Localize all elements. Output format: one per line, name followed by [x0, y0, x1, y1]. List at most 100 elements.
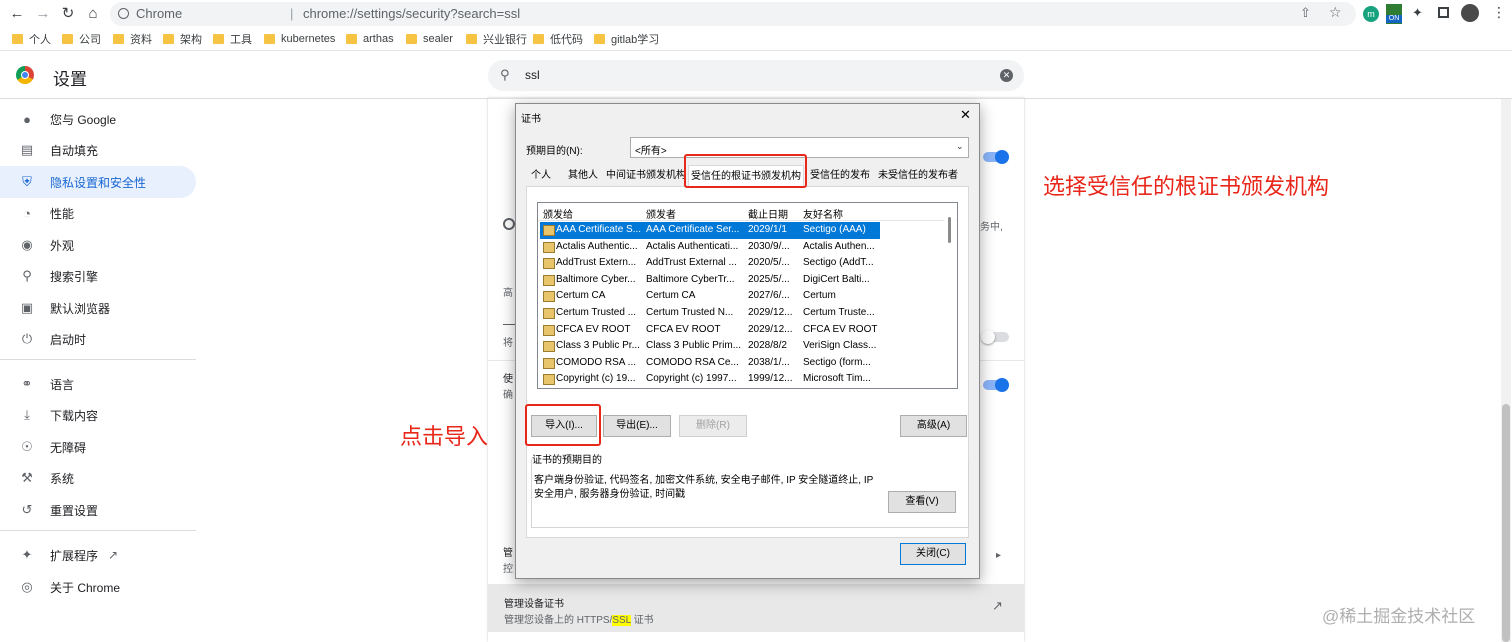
bookmark-folder[interactable]: 公司	[62, 31, 101, 47]
advanced-button[interactable]: 高级(A)	[900, 415, 967, 437]
sidebar-item-on-startup[interactable]: ⏻ 启动时	[0, 323, 196, 355]
reload-icon[interactable]: ↻	[59, 5, 77, 23]
menu-kebab-icon[interactable]: ⋮	[1492, 4, 1506, 21]
open-external-icon: ↗	[108, 548, 119, 562]
cell-expiration: 2020/5/...	[748, 257, 790, 269]
extension-on-icon[interactable]: ON	[1386, 4, 1402, 24]
sidebar-item-accessibility[interactable]: ☉ 无障碍	[0, 431, 196, 463]
certificate-icon	[543, 374, 555, 386]
card-fragment: 使	[503, 374, 513, 385]
bookmark-folder[interactable]: 个人	[12, 31, 51, 47]
cell-friendly-name: CFCA EV ROOT	[803, 323, 878, 335]
bookmark-folder[interactable]: arthas	[346, 31, 394, 47]
table-row[interactable]: Baltimore Cyber... Baltimore CyberTr... …	[540, 272, 880, 289]
close-button[interactable]: 关闭(C)	[900, 543, 966, 565]
forward-icon[interactable]: →	[34, 5, 52, 23]
scrollbar-thumb[interactable]	[1502, 404, 1510, 642]
sidebar-item-label: 系统	[50, 471, 75, 486]
search-icon: ⚲	[22, 268, 32, 283]
sidebar-item-downloads[interactable]: ⤓ 下载内容	[0, 399, 196, 431]
clear-search-icon[interactable]: ✕	[1000, 69, 1013, 82]
column-header[interactable]: 颁发给	[543, 206, 573, 221]
share-icon[interactable]: ⇧	[1300, 5, 1311, 21]
table-row[interactable]: Certum CA Certum CA 2027/6/... Certum	[540, 288, 880, 305]
sidebar-item-label: 外观	[50, 238, 75, 253]
bookmark-folder[interactable]: 兴业银行	[466, 31, 527, 47]
sidebar-item-label: 关于 Chrome	[50, 580, 121, 595]
tab-intermediate-ca[interactable]: 中间证书颁发机构	[606, 167, 686, 185]
settings-search-box[interactable]: ⚲ ssl ✕	[488, 60, 1024, 91]
tab-other-people[interactable]: 其他人	[566, 167, 600, 185]
sidebar-item-appearance[interactable]: ◉ 外观	[0, 229, 196, 261]
cell-expiration: 1999/12...	[748, 373, 793, 385]
chevron-down-icon: ⌄	[956, 141, 964, 151]
extensions-puzzle-icon[interactable]: ✦	[1412, 5, 1423, 21]
side-panel-icon[interactable]	[1438, 7, 1449, 18]
chevron-right-icon[interactable]: ▸	[996, 550, 1001, 561]
bookmark-folder[interactable]: kubernetes	[264, 31, 335, 47]
cell-issued-to: Certum Trusted ...	[556, 307, 637, 318]
column-header[interactable]: 友好名称	[803, 206, 843, 221]
sidebar-divider	[0, 530, 196, 531]
column-header[interactable]: 颁发者	[646, 206, 676, 221]
sidebar-item-label: 搜索引擎	[50, 269, 99, 284]
list-scrollbar-thumb[interactable]	[948, 217, 951, 243]
sidebar-item-search-engine[interactable]: ⚲ 搜索引擎	[0, 260, 196, 292]
page-scrollbar[interactable]	[1501, 99, 1511, 642]
sidebar-item-reset[interactable]: ↺ 重置设置	[0, 494, 196, 526]
certificate-icon	[543, 308, 555, 319]
search-input-value[interactable]: ssl	[525, 68, 540, 82]
certificate-icon	[543, 341, 555, 353]
folder-icon	[466, 34, 477, 44]
bookmark-folder[interactable]: 资料	[113, 31, 152, 47]
table-row[interactable]: Copyright (c) 19... Copyright (c) 1997..…	[540, 371, 880, 388]
sidebar-item-default-browser[interactable]: ▣ 默认浏览器	[0, 292, 196, 324]
sidebar-item-extensions[interactable]: ✦ 扩展程序 ↗	[0, 539, 196, 571]
table-row[interactable]: CFCA EV ROOT CFCA EV ROOT 2029/12... CFC…	[540, 322, 880, 339]
bookmark-folder[interactable]: sealer	[406, 31, 453, 47]
bookmark-folder[interactable]: 低代码	[533, 31, 583, 47]
export-button[interactable]: 导出(E)...	[603, 415, 671, 437]
manage-certs-row[interactable]: 管理设备证书 管理您设备上的 HTTPS/SSL 证书 ↗	[488, 584, 1024, 632]
cell-issued-to: AAA Certificate S...	[556, 224, 642, 235]
profile-avatar[interactable]	[1461, 4, 1479, 22]
tab-untrusted-publishers[interactable]: 未受信任的发布者	[878, 167, 958, 185]
tab-trusted-publishers[interactable]: 受信任的发布者	[806, 167, 874, 199]
sidebar-item-label: 您与 Google	[50, 112, 117, 127]
home-icon[interactable]: ⌂	[84, 5, 102, 23]
open-external-icon[interactable]: ↗	[992, 598, 1003, 614]
table-row[interactable]: Actalis Authentic... Actalis Authenticat…	[540, 239, 880, 256]
bookmark-folder[interactable]: 工具	[213, 31, 252, 47]
remove-button[interactable]: 删除(R)	[679, 415, 747, 437]
bookmark-folder[interactable]: gitlab学习	[594, 31, 659, 47]
table-row[interactable]: AddTrust Extern... AddTrust External ...…	[540, 255, 880, 272]
table-row[interactable]: Certum Trusted ... Certum Trusted N... 2…	[540, 305, 880, 322]
address-bar[interactable]: Chrome | chrome://settings/security?sear…	[110, 2, 1356, 26]
sidebar-item-label: 下载内容	[50, 408, 99, 423]
list-scrollbar[interactable]	[944, 205, 956, 386]
column-header[interactable]: 截止日期	[748, 206, 788, 221]
extension-m-icon[interactable]: m	[1363, 6, 1379, 22]
table-row[interactable]: AAA Certificate S... AAA Certificate Ser…	[540, 222, 880, 239]
cell-issued-to: Certum CA	[556, 290, 606, 302]
sidebar-item-system[interactable]: ⚒ 系统	[0, 462, 196, 494]
sidebar-item-languages[interactable]: ⚭ 语言	[0, 368, 196, 400]
sidebar-item-about-chrome[interactable]: ◎ 关于 Chrome	[0, 571, 196, 603]
table-row[interactable]: Class 3 Public Pr... Class 3 Public Prim…	[540, 338, 880, 355]
sidebar-item-autofill[interactable]: ▤ 自动填充	[0, 134, 196, 166]
sidebar-item-you-and-google[interactable]: ● 您与 Google	[0, 103, 196, 135]
sidebar-item-label: 性能	[50, 206, 75, 221]
radio-button[interactable]	[503, 218, 515, 230]
clipboard-icon: ▤	[20, 142, 34, 157]
sidebar-item-privacy[interactable]: ⛨ 隐私设置和安全性	[0, 166, 196, 198]
back-icon[interactable]: ←	[8, 5, 26, 23]
bookmark-folder[interactable]: 架构	[163, 31, 202, 47]
certificate-list[interactable]: 颁发给 颁发者 截止日期 友好名称 AAA Certificate S... A…	[537, 202, 958, 389]
cell-issued-to: AddTrust Extern...	[556, 257, 637, 269]
bookmark-star-icon[interactable]: ☆	[1329, 4, 1342, 21]
sidebar-item-performance[interactable]: ◔ 性能	[0, 197, 196, 229]
table-row[interactable]: COMODO RSA ... COMODO RSA Ce... 2038/1/.…	[540, 355, 880, 372]
close-icon[interactable]: ✕	[960, 107, 971, 123]
tab-personal[interactable]: 个人	[528, 167, 554, 185]
view-button[interactable]: 查看(V)	[888, 491, 956, 513]
